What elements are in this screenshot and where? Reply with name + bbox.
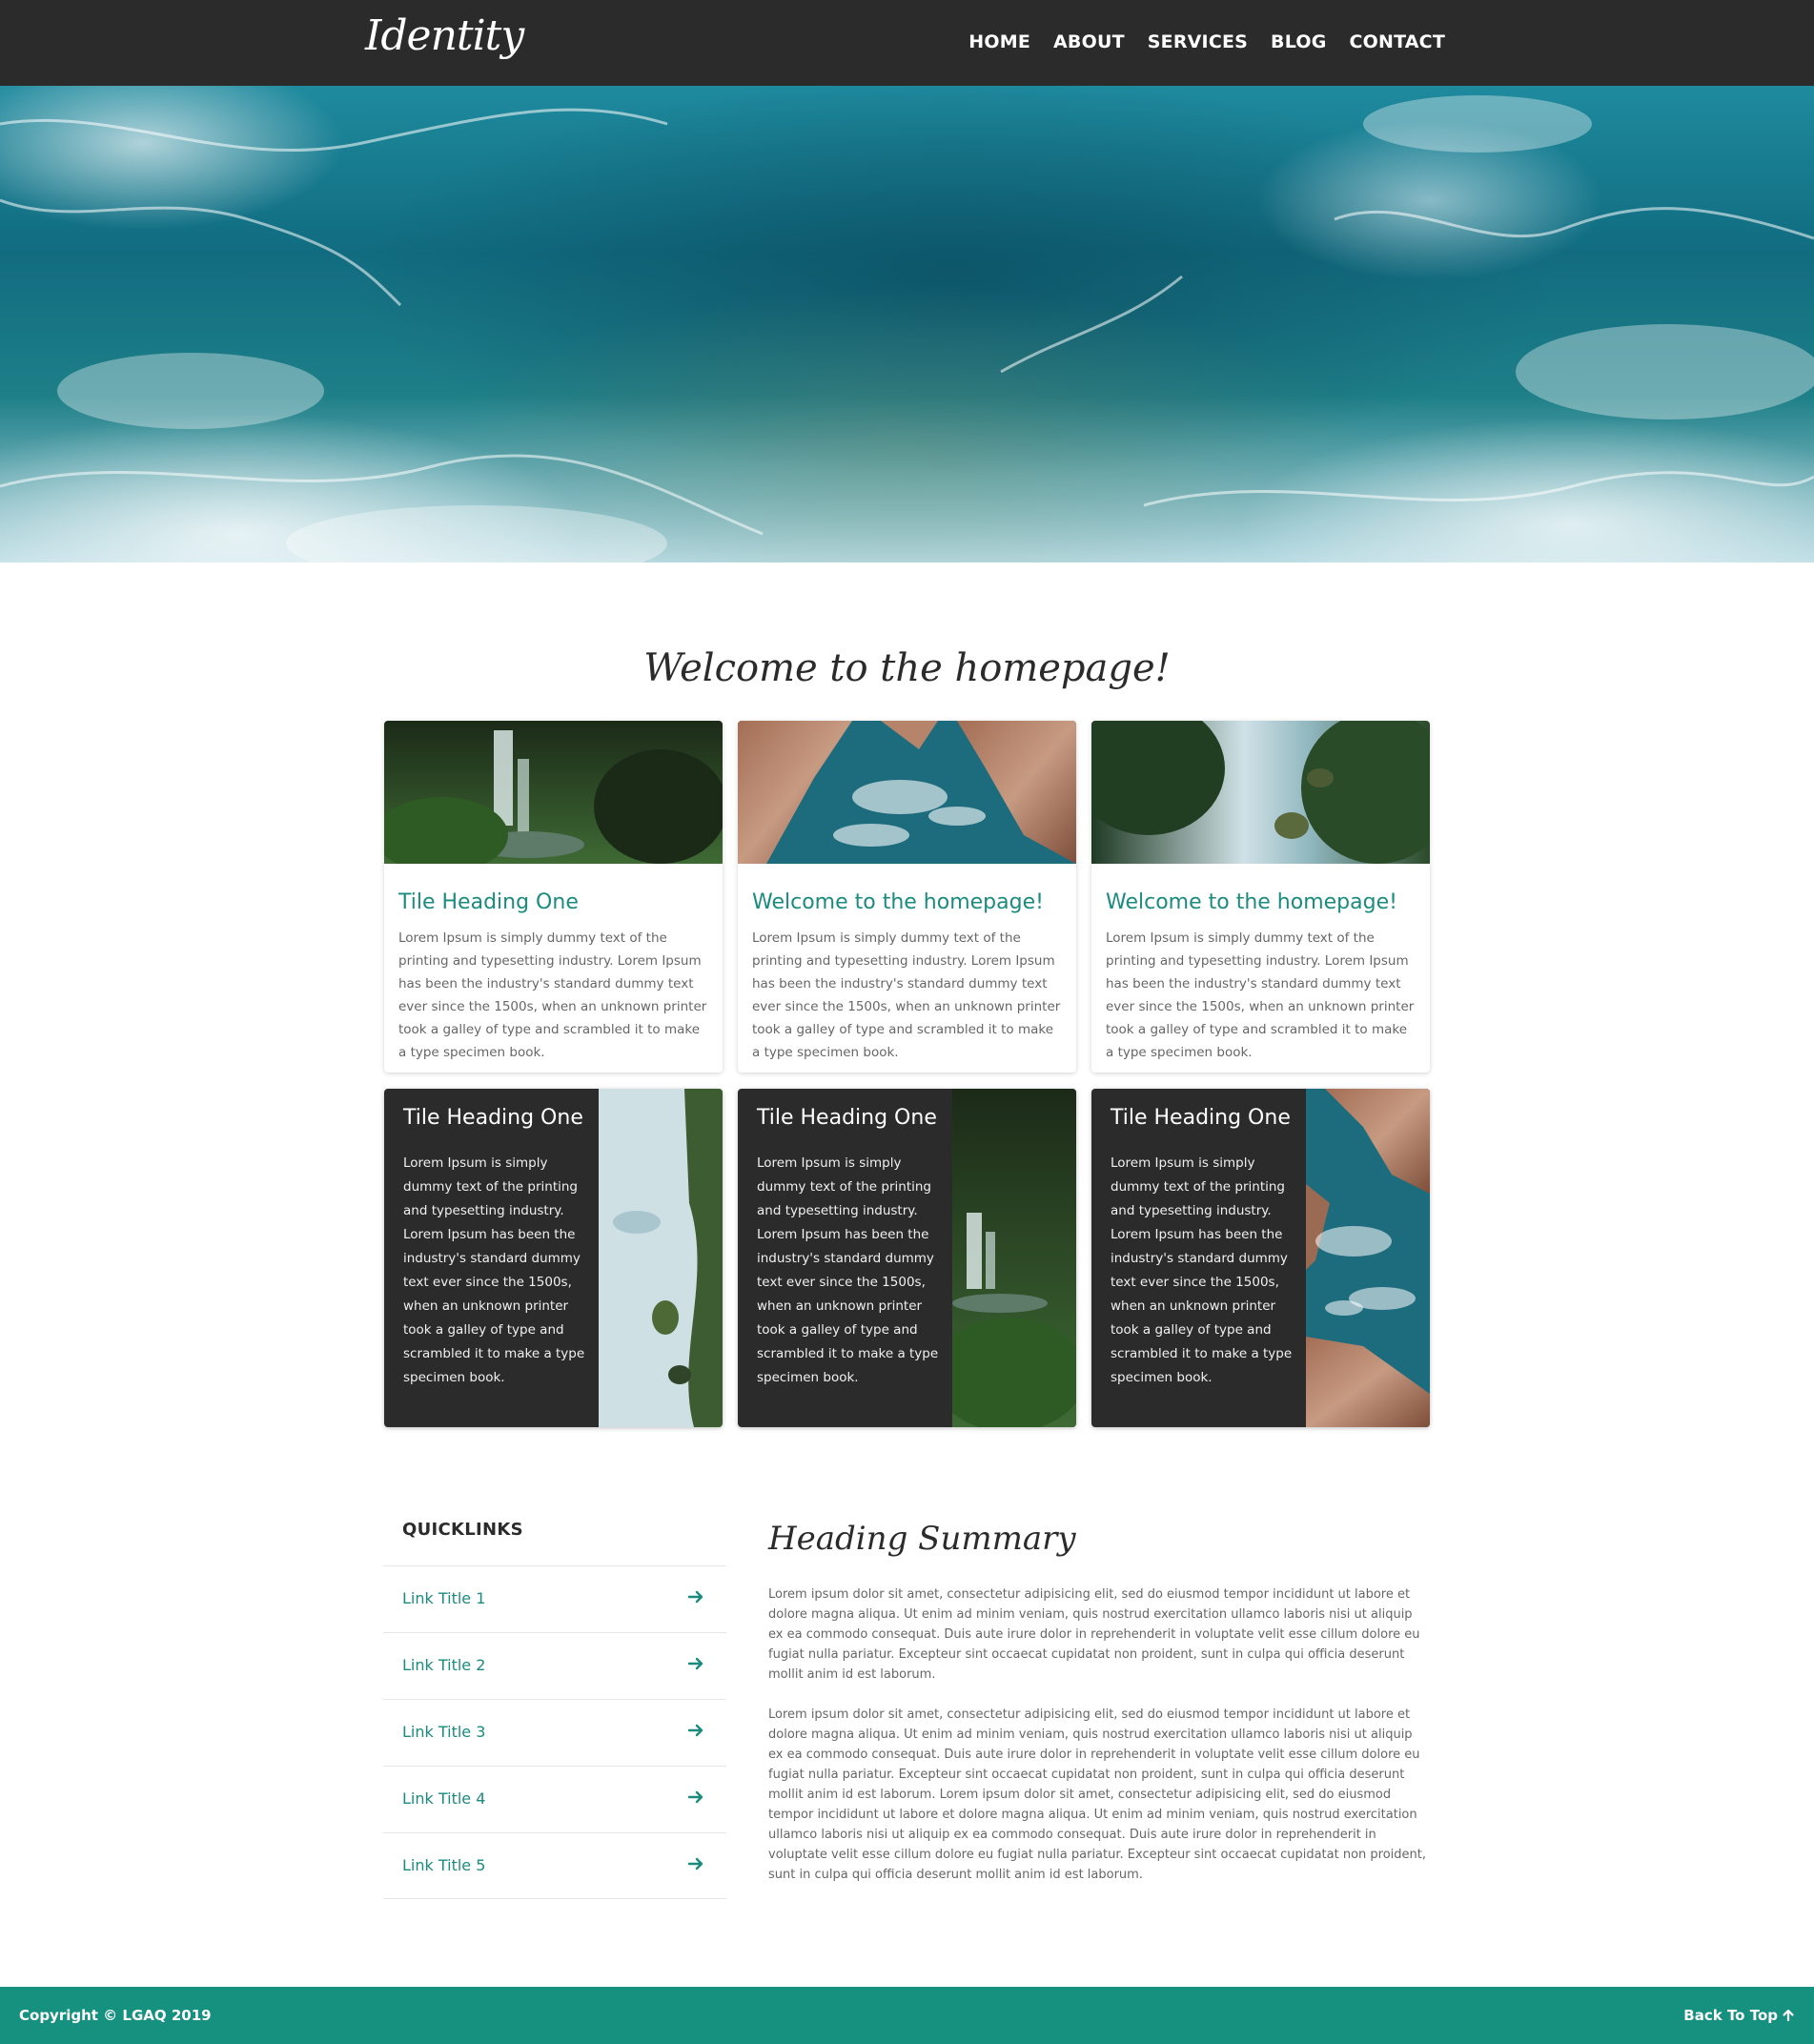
dark-card-text: Lorem Ipsum is simply dummy text of the …: [403, 1155, 585, 1386]
tile-card-1[interactable]: Tile Heading One Lorem Ipsum is simply d…: [384, 721, 723, 1073]
summary-paragraph-2: Lorem ipsum dolor sit amet, consectetur …: [768, 1707, 1426, 1882]
arrow-right-icon: [687, 1590, 703, 1604]
quicklink-item-2[interactable]: Link Title 2: [383, 1632, 726, 1699]
dark-card-body: Tile Heading One Lorem Ipsum is simply d…: [738, 1089, 952, 1427]
card-image-rocky-coast: [738, 721, 1076, 864]
dark-card-body: Tile Heading One Lorem Ipsum is simply d…: [384, 1089, 599, 1427]
dark-card-image-river: [599, 1089, 723, 1427]
quicklink-item-5[interactable]: Link Title 5: [383, 1832, 726, 1899]
dark-card-heading: Tile Heading One: [403, 1106, 583, 1130]
dark-card-image-waterfall: [952, 1089, 1076, 1427]
quicklink-label: Link Title 3: [402, 1723, 486, 1741]
summary-paragraph-1: Lorem ipsum dolor sit amet, consectetur …: [768, 1587, 1420, 1682]
dark-card-image-rocky-coast: [1306, 1089, 1430, 1427]
quicklinks-title: QUICKLINKS: [402, 1520, 523, 1540]
card-image-waterfall: [384, 721, 723, 873]
card-text: Lorem Ipsum is simply dummy text of the …: [752, 930, 1061, 1061]
arrow-right-icon: [687, 1657, 703, 1670]
nav-services[interactable]: SERVICES: [1148, 31, 1248, 52]
nav-about[interactable]: ABOUT: [1053, 31, 1125, 52]
quicklink-item-1[interactable]: Link Title 1: [383, 1565, 726, 1632]
quicklink-label: Link Title 5: [402, 1856, 486, 1874]
card-heading: Welcome to the homepage!: [1106, 890, 1397, 914]
hero-ocean-image: [0, 86, 1814, 562]
arrow-right-icon: [687, 1857, 703, 1870]
dark-tile-card-3[interactable]: Tile Heading One Lorem Ipsum is simply d…: [1091, 1089, 1430, 1427]
back-to-top-label: Back To Top: [1683, 2007, 1778, 2024]
arrow-right-icon: [687, 1724, 703, 1737]
quicklink-item-4[interactable]: Link Title 4: [383, 1766, 726, 1832]
top-navbar: Identity HOME ABOUT SERVICES BLOG CONTAC…: [0, 0, 1814, 86]
quicklinks-list: Link Title 1 Link Title 2 Link Title 3 L…: [383, 1565, 726, 1899]
main-nav: HOME ABOUT SERVICES BLOG CONTACT: [968, 31, 1445, 52]
summary-heading: Heading Summary: [768, 1520, 1076, 1558]
dark-card-text: Lorem Ipsum is simply dummy text of the …: [1111, 1155, 1293, 1386]
nav-contact[interactable]: CONTACT: [1350, 31, 1446, 52]
quicklink-item-3[interactable]: Link Title 3: [383, 1699, 726, 1766]
welcome-heading: Welcome to the homepage!: [643, 646, 1171, 690]
arrow-right-icon: [687, 1790, 703, 1804]
site-footer: Copyright © LGAQ 2019 Back To Top: [0, 1987, 1814, 2044]
card-text: Lorem Ipsum is simply dummy text of the …: [1106, 930, 1415, 1061]
site-logo[interactable]: Identity: [365, 11, 524, 60]
dark-card-heading: Tile Heading One: [757, 1106, 937, 1130]
card-heading: Tile Heading One: [398, 890, 579, 914]
quicklink-label: Link Title 2: [402, 1656, 486, 1674]
dark-tile-card-2[interactable]: Tile Heading One Lorem Ipsum is simply d…: [738, 1089, 1076, 1427]
back-to-top-link[interactable]: Back To Top: [1683, 2007, 1795, 2024]
card-heading: Welcome to the homepage!: [752, 890, 1044, 914]
card-text: Lorem Ipsum is simply dummy text of the …: [398, 930, 707, 1061]
tile-card-2[interactable]: Welcome to the homepage! Lorem Ipsum is …: [738, 721, 1076, 1073]
quicklink-label: Link Title 4: [402, 1789, 486, 1808]
arrow-up-icon: [1783, 2009, 1794, 2022]
dark-tile-card-1[interactable]: Tile Heading One Lorem Ipsum is simply d…: [384, 1089, 723, 1427]
quicklink-label: Link Title 1: [402, 1589, 486, 1607]
card-image-river: [1091, 721, 1430, 864]
nav-blog[interactable]: BLOG: [1271, 31, 1326, 52]
dark-card-body: Tile Heading One Lorem Ipsum is simply d…: [1091, 1089, 1306, 1427]
copyright-text: Copyright © LGAQ 2019: [19, 2007, 212, 2024]
dark-card-heading: Tile Heading One: [1111, 1106, 1291, 1130]
tile-card-3[interactable]: Welcome to the homepage! Lorem Ipsum is …: [1091, 721, 1430, 1073]
nav-home[interactable]: HOME: [968, 31, 1030, 52]
dark-card-text: Lorem Ipsum is simply dummy text of the …: [757, 1155, 939, 1386]
